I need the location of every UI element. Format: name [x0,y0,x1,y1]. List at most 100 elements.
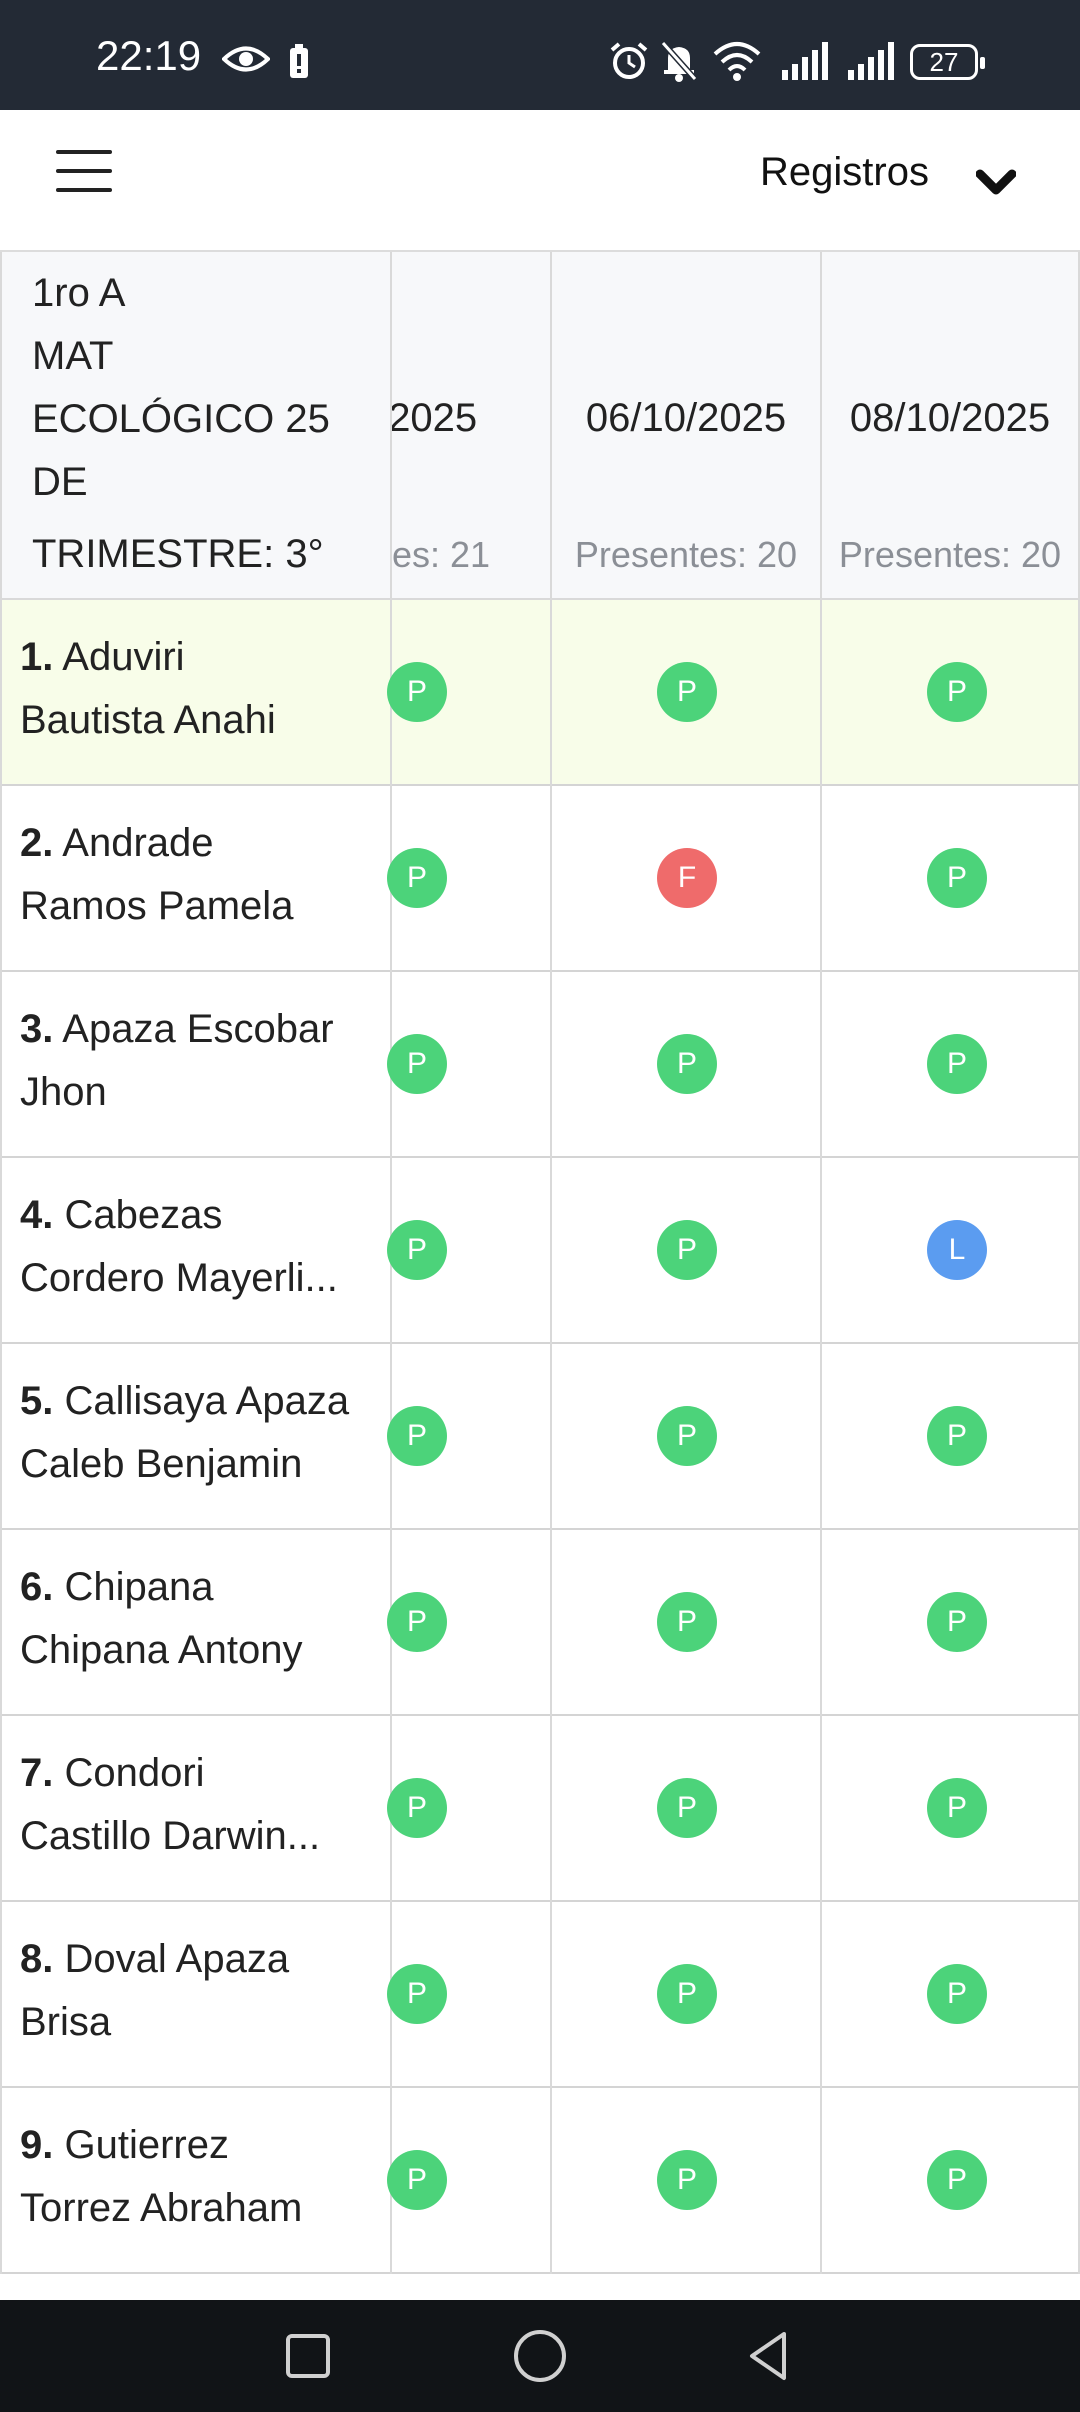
attendance-mark[interactable]: F [657,848,717,908]
attendance-cell[interactable]: P [552,600,822,786]
student-name-cell[interactable]: 1. Aduviri Bautista Anahi [0,600,392,786]
present-count: entes: 21 [392,534,491,575]
attendance-mark[interactable]: P [657,2150,717,2210]
attendance-mark[interactable]: P [657,1592,717,1652]
attendance-cell[interactable]: P [387,1158,552,1344]
student-name-line1: Condori [64,1751,205,1795]
student-name-cell[interactable]: 5. Callisaya Apaza Caleb Benjamin [0,1344,392,1530]
attendance-mark[interactable]: P [927,1592,987,1652]
attendance-cell[interactable]: P [822,786,1080,972]
eye-icon [222,46,270,72]
subject-line: DE [32,460,88,504]
student-number: 9. [20,2123,54,2167]
student-name-cell[interactable]: 4. Cabezas Cordero Mayerli... [0,1158,392,1344]
student-name-line2: Jhon [20,1070,107,1114]
attendance-cell[interactable]: P [387,1530,552,1716]
attendance-cell[interactable]: P [822,972,1080,1158]
attendance-mark[interactable]: P [927,662,987,722]
student-name-cell[interactable]: 2. Andrade Ramos Pamela [0,786,392,972]
attendance-cell[interactable]: P [552,972,822,1158]
alarm-icon [610,42,648,79]
battery-saver-icon [290,44,308,78]
attendance-mark[interactable]: P [927,848,987,908]
attendance-mark[interactable]: P [927,2150,987,2210]
recents-square-icon[interactable] [284,2326,332,2386]
attendance-cell[interactable]: P [552,1158,822,1344]
attendance-cell[interactable]: P [552,1716,822,1902]
attendance-mark[interactable]: P [387,1406,447,1466]
student-name-cell[interactable]: 8. Doval Apaza Brisa [0,1902,392,2088]
attendance-cell[interactable]: P [387,972,552,1158]
student-row: 7. Condori Castillo Darwin... P P P [0,1716,1080,1902]
student-name-line2: Castillo Darwin... [20,1814,321,1858]
student-row: 1. Aduviri Bautista Anahi P P P [0,600,1080,786]
student-number: 3. [20,1007,54,1051]
home-circle-icon[interactable] [512,2326,568,2386]
attendance-mark[interactable]: P [657,1964,717,2024]
student-row: 8. Doval Apaza Brisa P P P [0,1902,1080,2088]
attendance-mark[interactable]: P [387,1220,447,1280]
attendance-mark[interactable]: P [387,2150,447,2210]
attendance-cell[interactable]: P [552,1344,822,1530]
back-triangle-icon[interactable] [744,2326,792,2386]
student-name-cell[interactable]: 9. Gutierrez Torrez Abraham [0,2088,392,2274]
student-name-cell[interactable]: 7. Condori Castillo Darwin... [0,1716,392,1902]
navigation-bar [0,2300,1080,2412]
attendance-mark[interactable]: P [657,1220,717,1280]
student-number: 4. [20,1193,54,1237]
attendance-cell[interactable]: L [822,1158,1080,1344]
attendance-cell[interactable]: P [552,1530,822,1716]
attendance-mark[interactable]: P [387,662,447,722]
column-date: 08/10/2025 [849,396,1051,440]
student-name-line1: Chipana [64,1565,214,1609]
attendance-mark[interactable]: P [387,1034,447,1094]
present-count: Presentes: 20 [838,534,1062,575]
student-name-line2: Torrez Abraham [20,2186,303,2230]
student-number: 2. [20,821,54,865]
attendance-mark[interactable]: P [387,1964,447,2024]
attendance-cell[interactable]: P [552,1902,822,2088]
attendance-cell[interactable]: P [822,1902,1080,2088]
attendance-cell[interactable]: P [387,1344,552,1530]
student-name-line2: Brisa [20,2000,112,2044]
hamburger-icon[interactable] [56,150,112,192]
attendance-cell[interactable]: P [387,600,552,786]
attendance-cell[interactable]: F [552,786,822,972]
attendance-mark[interactable]: P [927,1964,987,2024]
attendance-mark[interactable]: P [387,1592,447,1652]
attendance-cell[interactable]: P [822,600,1080,786]
status-bar: 22:19 27 [0,0,1080,110]
student-number: 5. [20,1379,54,1423]
student-name-cell[interactable]: 6. Chipana Chipana Antony [0,1530,392,1716]
attendance-mark[interactable]: P [387,848,447,908]
attendance-mark[interactable]: P [927,1034,987,1094]
date-column-header[interactable]: 0/2025 entes: 21 [392,252,552,600]
student-name-cell[interactable]: 3. Apaza Escobar Jhon [0,972,392,1158]
attendance-cell[interactable]: P [387,1716,552,1902]
attendance-cell[interactable]: P [822,2088,1080,2274]
attendance-mark[interactable]: L [927,1220,987,1280]
date-column-header[interactable]: 06/10/2025 Presentes: 20 [552,252,822,600]
attendance-cell[interactable]: P [822,1344,1080,1530]
attendance-cell[interactable]: P [387,1902,552,2088]
student-row: 6. Chipana Chipana Antony P P P [0,1530,1080,1716]
chevron-down-icon[interactable] [976,168,1016,198]
attendance-mark[interactable]: P [657,662,717,722]
column-date: 06/10/2025 [585,396,787,440]
attendance-cell[interactable]: P [552,2088,822,2274]
status-time: 22:19 [96,32,202,79]
attendance-mark[interactable]: P [657,1034,717,1094]
attendance-cell[interactable]: P [387,2088,552,2274]
bell-off-icon [660,41,698,82]
attendance-mark[interactable]: P [657,1778,717,1838]
registros-dropdown[interactable]: Registros [760,150,929,195]
attendance-mark[interactable]: P [657,1406,717,1466]
attendance-mark[interactable]: P [387,1778,447,1838]
attendance-cell[interactable]: P [822,1530,1080,1716]
attendance-mark[interactable]: P [927,1406,987,1466]
date-column-header[interactable]: 08/10/2025 Presentes: 20 [822,252,1080,600]
attendance-mark[interactable]: P [927,1778,987,1838]
signal-icon [782,42,828,80]
attendance-cell[interactable]: P [387,786,552,972]
attendance-cell[interactable]: P [822,1716,1080,1902]
